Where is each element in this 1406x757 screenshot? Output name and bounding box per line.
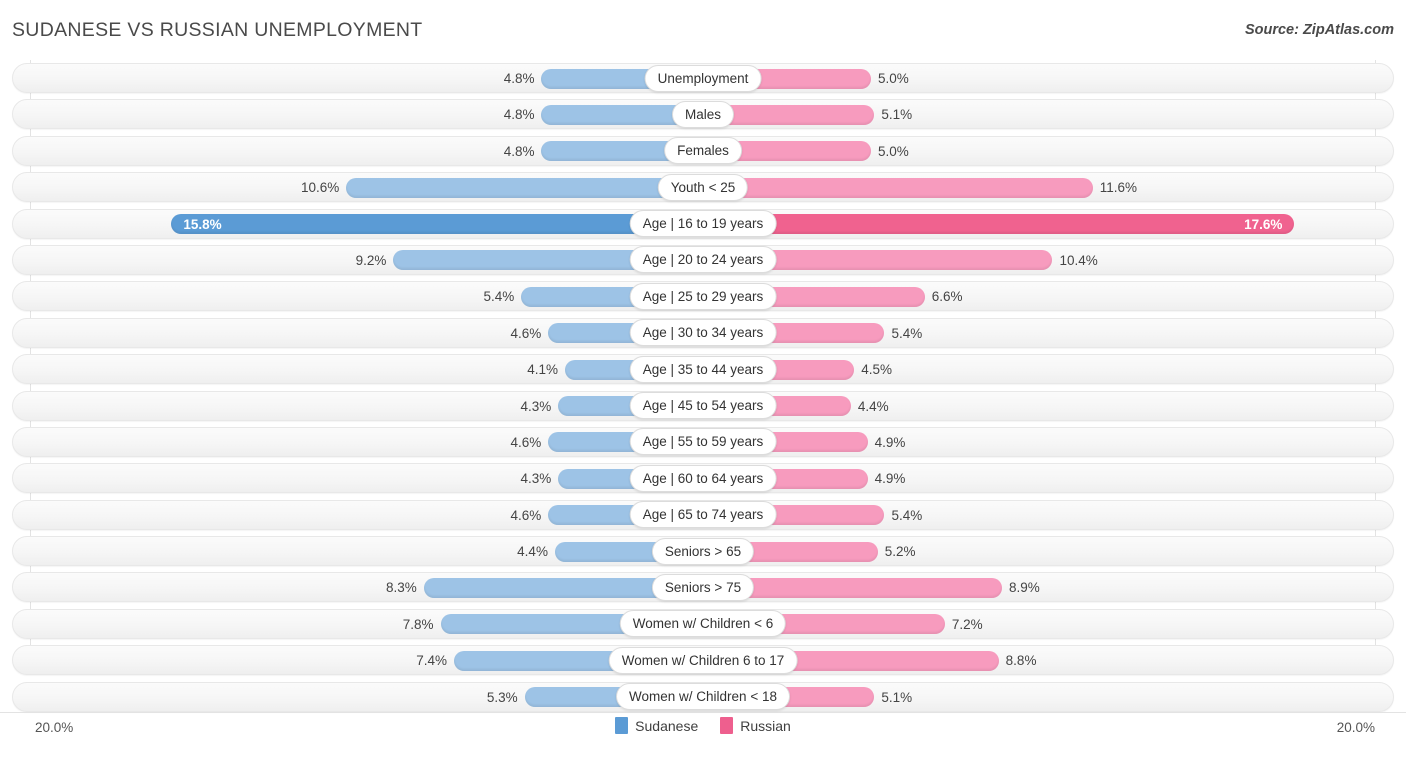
value-label-russian: 5.4% bbox=[891, 507, 923, 523]
bar-russian[interactable] bbox=[703, 177, 1093, 198]
category-label-pill[interactable]: Unemployment bbox=[644, 64, 762, 92]
chart-row[interactable]: 7.4% 8.8% Women w/ Children 6 to 17 bbox=[0, 642, 1406, 678]
bar-sudanese[interactable] bbox=[346, 177, 703, 198]
chart-row[interactable]: 5.3% 5.1% Women w/ Children < 18 bbox=[0, 679, 1406, 715]
chart-plot-area: 4.8% 5.0% Unemployment 4.8% 5.1% Males 4.8% 5.0… bbox=[0, 60, 1406, 735]
chart-row[interactable]: 10.6% 11.6% Youth < 25 bbox=[0, 169, 1406, 205]
legend-item[interactable]: Sudanese bbox=[615, 717, 698, 734]
bar-sudanese[interactable] bbox=[171, 214, 703, 235]
value-label-russian: 7.2% bbox=[951, 616, 983, 632]
chart-row[interactable]: 4.1% 4.5% Age | 35 to 44 years bbox=[0, 351, 1406, 387]
value-label-russian: 10.4% bbox=[1059, 252, 1098, 268]
chart-row[interactable]: 4.3% 4.9% Age | 60 to 64 years bbox=[0, 460, 1406, 496]
chart-row[interactable]: 4.3% 4.4% Age | 45 to 54 years bbox=[0, 388, 1406, 424]
value-label-sudanese: 4.8% bbox=[503, 71, 535, 86]
bar-russian[interactable] bbox=[703, 214, 1295, 235]
chart-row[interactable]: 8.3% 8.9% Seniors > 75 bbox=[0, 569, 1406, 605]
category-label-pill[interactable]: Females bbox=[664, 137, 742, 165]
chart-row[interactable]: 15.8% 17.6% Age | 16 to 19 years bbox=[0, 206, 1406, 242]
value-label-sudanese: 4.6% bbox=[510, 434, 542, 450]
value-label-russian: 11.6% bbox=[1099, 180, 1138, 196]
chart-row[interactable]: 4.8% 5.1% Males bbox=[0, 96, 1406, 132]
value-label-sudanese: 10.6% bbox=[301, 180, 340, 196]
category-label-pill[interactable]: Women w/ Children 6 to 17 bbox=[608, 646, 798, 674]
category-label-pill[interactable]: Males bbox=[671, 100, 735, 128]
axis-line bbox=[0, 712, 1406, 713]
category-label-pill[interactable]: Age | 16 to 19 years bbox=[629, 210, 777, 238]
category-label-pill[interactable]: Age | 30 to 34 years bbox=[629, 319, 777, 347]
value-label-russian: 5.0% bbox=[878, 71, 909, 86]
category-label-pill[interactable]: Age | 20 to 24 years bbox=[629, 246, 777, 274]
chart-row[interactable]: 4.4% 5.2% Seniors > 65 bbox=[0, 533, 1406, 569]
chart-legend: Sudanese Russian bbox=[0, 717, 1406, 734]
chart-row[interactable]: 9.2% 10.4% Age | 20 to 24 years bbox=[0, 242, 1406, 278]
value-label-russian: 5.0% bbox=[878, 143, 909, 159]
value-label-sudanese: 7.4% bbox=[416, 653, 447, 669]
value-label-sudanese: 8.3% bbox=[385, 580, 417, 596]
value-label-sudanese: 4.4% bbox=[517, 544, 548, 560]
value-label-russian: 4.9% bbox=[874, 471, 906, 487]
value-label-sudanese: 5.4% bbox=[483, 289, 515, 305]
chart-row[interactable]: 4.8% 5.0% Females bbox=[0, 133, 1406, 169]
value-label-sudanese: 4.6% bbox=[510, 507, 542, 523]
chart-row[interactable]: 4.6% 4.9% Age | 55 to 59 years bbox=[0, 424, 1406, 460]
category-label-pill[interactable]: Age | 55 to 59 years bbox=[629, 428, 777, 456]
legend-item[interactable]: Russian bbox=[720, 717, 791, 734]
legend-label: Russian bbox=[740, 717, 791, 734]
category-label-pill[interactable]: Seniors > 75 bbox=[651, 573, 755, 601]
value-label-sudanese: 4.6% bbox=[510, 325, 542, 341]
legend-label: Sudanese bbox=[635, 717, 699, 734]
value-label-russian: 8.8% bbox=[1005, 653, 1037, 669]
value-label-sudanese: 4.3% bbox=[520, 471, 552, 487]
chart-row[interactable]: 4.6% 5.4% Age | 65 to 74 years bbox=[0, 497, 1406, 533]
value-label-sudanese: 5.3% bbox=[486, 689, 518, 705]
value-label-russian: 8.9% bbox=[1009, 580, 1040, 596]
category-label-pill[interactable]: Age | 65 to 74 years bbox=[629, 501, 777, 529]
category-label-pill[interactable]: Women w/ Children < 6 bbox=[619, 610, 787, 638]
value-label-sudanese: 4.1% bbox=[527, 362, 559, 378]
category-label-pill[interactable]: Age | 35 to 44 years bbox=[629, 355, 777, 383]
category-label-pill[interactable]: Youth < 25 bbox=[657, 173, 749, 201]
chart-header: SUDANESE VS RUSSIAN UNEMPLOYMENT Source:… bbox=[0, 0, 1406, 60]
value-label-russian: 4.5% bbox=[861, 362, 892, 378]
category-label-pill[interactable]: Age | 25 to 29 years bbox=[629, 282, 777, 310]
category-label-pill[interactable]: Age | 60 to 64 years bbox=[629, 464, 777, 492]
value-label-russian: 4.9% bbox=[874, 434, 906, 450]
value-label-sudanese: 7.8% bbox=[402, 616, 434, 632]
category-label-pill[interactable]: Seniors > 65 bbox=[651, 537, 755, 565]
value-label-russian: 5.4% bbox=[891, 325, 923, 341]
category-label-pill[interactable]: Women w/ Children < 18 bbox=[616, 683, 790, 711]
chart-rows: 4.8% 5.0% Unemployment 4.8% 5.1% Males 4.8% 5.0… bbox=[0, 60, 1406, 715]
value-label-russian: 5.2% bbox=[884, 544, 916, 560]
value-label-sudanese: 9.2% bbox=[355, 252, 387, 268]
chart-row[interactable]: 5.4% 6.6% Age | 25 to 29 years bbox=[0, 278, 1406, 314]
category-label-pill[interactable]: Age | 45 to 54 years bbox=[629, 392, 777, 420]
legend-swatch-icon bbox=[615, 717, 629, 734]
chart-row[interactable]: 4.8% 5.0% Unemployment bbox=[0, 60, 1406, 96]
value-label-russian: 5.1% bbox=[881, 689, 913, 705]
page-title: SUDANESE VS RUSSIAN UNEMPLOYMENT bbox=[12, 19, 423, 41]
value-label-sudanese: 4.8% bbox=[503, 107, 535, 123]
value-label-sudanese: 4.8% bbox=[503, 143, 535, 159]
value-label-russian: 17.6% bbox=[1244, 216, 1283, 232]
value-label-sudanese: 15.8% bbox=[183, 216, 222, 232]
value-label-russian: 6.6% bbox=[931, 289, 963, 305]
chart-row[interactable]: 7.8% 7.2% Women w/ Children < 6 bbox=[0, 606, 1406, 642]
value-label-russian: 4.4% bbox=[857, 398, 889, 414]
value-label-russian: 5.1% bbox=[881, 107, 913, 123]
value-label-sudanese: 4.3% bbox=[520, 398, 552, 414]
chart-row[interactable]: 4.6% 5.4% Age | 30 to 34 years bbox=[0, 315, 1406, 351]
source-attribution: Source: ZipAtlas.com bbox=[1244, 22, 1394, 38]
legend-swatch-icon bbox=[720, 717, 734, 734]
